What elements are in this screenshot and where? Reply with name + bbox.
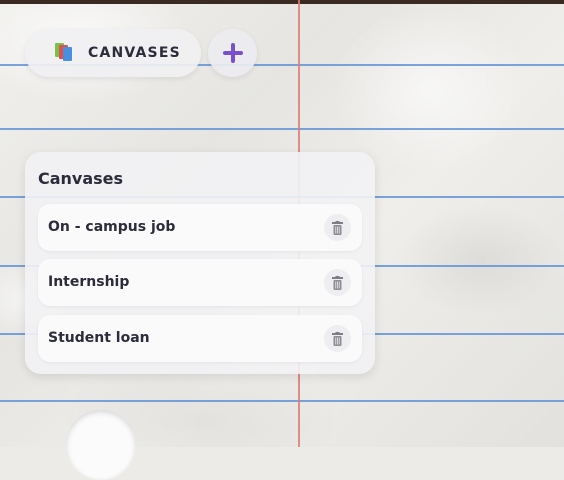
ruled-line [0,128,564,130]
canvas-item-label: Student loan [48,330,150,346]
delete-canvas-button[interactable] [324,269,351,296]
canvases-menu-label: CANVASES [88,45,181,61]
stacked-cards-icon [54,42,76,64]
canvas-item-label: On - campus job [48,219,176,235]
trash-icon [332,220,343,235]
punch-hole [66,410,136,480]
ruled-line [0,400,564,402]
delete-canvas-button[interactable] [324,214,351,241]
top-edge-strip [0,0,564,4]
canvas-item[interactable]: Student loan [38,315,362,362]
canvas-item[interactable]: Internship [38,259,362,306]
canvases-menu-button[interactable]: CANVASES [25,29,201,77]
canvas-item[interactable]: On - campus job [38,204,362,251]
panel-title: Canvases [38,169,124,188]
delete-canvas-button[interactable] [324,325,351,352]
trash-icon [332,275,343,290]
trash-icon [332,331,343,346]
add-canvas-button[interactable] [208,29,257,77]
plus-icon [222,43,243,63]
canvases-panel: Canvases On - campus job Internship Stud… [25,152,375,374]
canvas-item-label: Internship [48,274,130,290]
